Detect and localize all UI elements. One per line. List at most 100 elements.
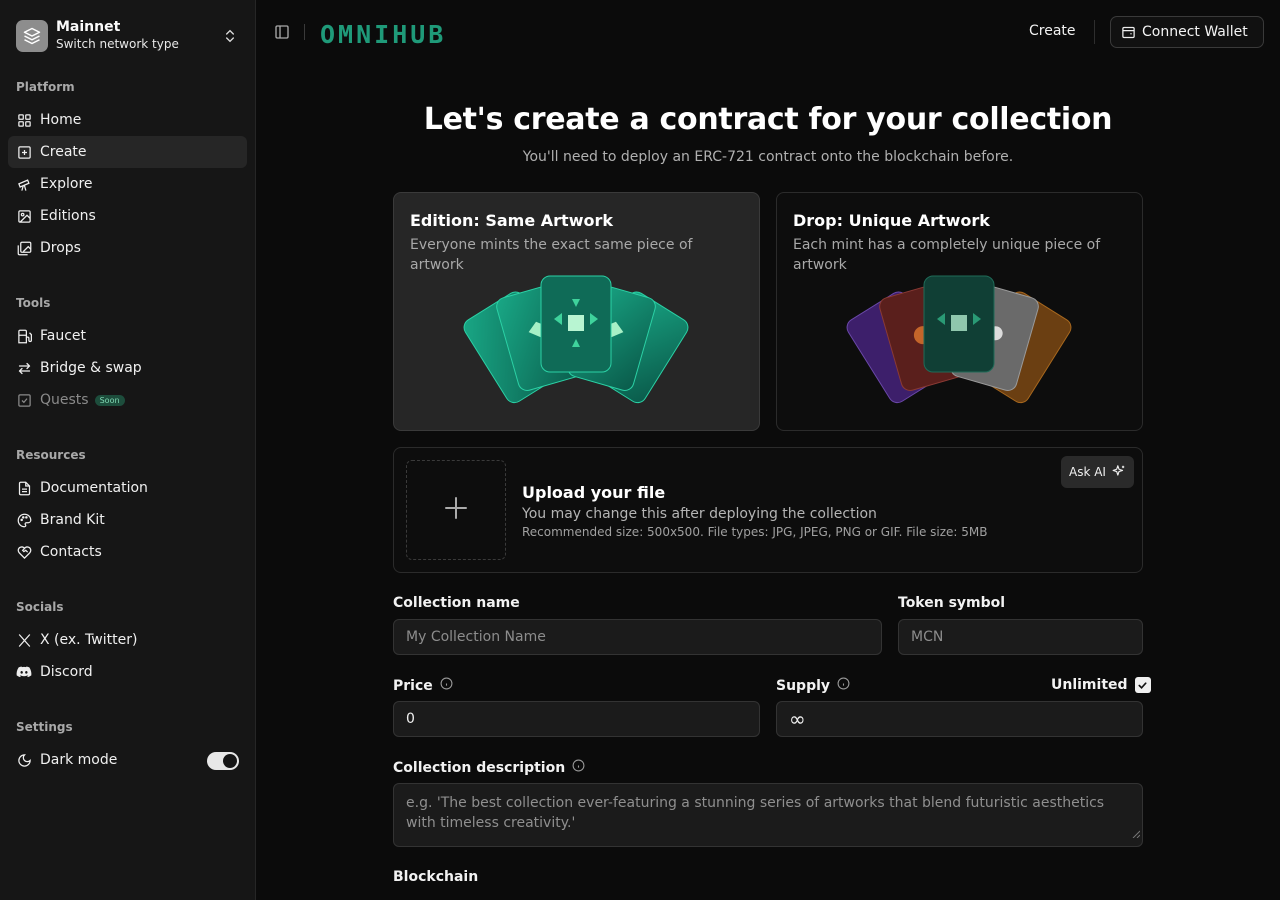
dark-mode-row: Dark mode <box>8 744 247 776</box>
image-icon <box>16 208 32 224</box>
sidebar-item-x-twitter[interactable]: X (ex. Twitter) <box>8 624 247 656</box>
sidebar-item-label: Explore <box>40 176 93 192</box>
sidebar-item-label: Drops <box>40 240 81 256</box>
collection-description-label: Collection description <box>393 759 585 776</box>
header-divider <box>304 24 305 40</box>
sidebar-item-label: Bridge & swap <box>40 360 142 376</box>
connect-wallet-label: Connect Wallet <box>1142 24 1248 40</box>
brand-logo[interactable]: OMNIHUB <box>320 20 446 49</box>
info-icon[interactable] <box>440 677 453 694</box>
drop-type-card[interactable]: Drop: Unique Artwork Each mint has a com… <box>776 192 1143 431</box>
page-subtitle: You'll need to deploy an ERC-721 contrac… <box>522 149 1014 165</box>
network-subtitle: Switch network type <box>56 37 179 51</box>
header-separator <box>1094 20 1095 44</box>
x-logo-icon <box>16 632 32 648</box>
group-label-tools: Tools <box>16 296 51 310</box>
sidebar-item-label: Brand Kit <box>40 512 105 528</box>
ask-ai-label: Ask AI <box>1069 465 1106 479</box>
plus-square-icon <box>16 144 32 160</box>
layers-icon <box>16 20 48 52</box>
sidebar-item-label: Faucet <box>40 328 87 344</box>
file-drop-zone[interactable] <box>406 460 506 560</box>
sidebar-item-faucet[interactable]: Faucet <box>8 320 247 352</box>
dark-mode-label: Dark mode <box>40 752 118 768</box>
sidebar-item-documentation[interactable]: Documentation <box>8 472 247 504</box>
network-title: Mainnet <box>56 19 121 35</box>
sidebar-item-explore[interactable]: Explore <box>8 168 247 200</box>
collection-name-input[interactable]: My Collection Name <box>393 619 882 655</box>
page-title: Let's create a contract for your collect… <box>423 102 1113 137</box>
resize-handle-icon[interactable] <box>1132 824 1141 844</box>
chevrons-up-down-icon <box>222 28 238 48</box>
sidebar-item-create[interactable]: Create <box>8 136 247 168</box>
card-description: Everyone mints the exact same piece of a… <box>410 237 693 273</box>
telescope-icon <box>16 176 32 192</box>
connect-wallet-button[interactable]: Connect Wallet <box>1110 16 1264 48</box>
sidebar-item-label: Quests <box>40 392 89 408</box>
sidebar-item-label: Home <box>40 112 82 128</box>
group-label-socials: Socials <box>16 600 64 614</box>
plus-icon <box>441 493 471 527</box>
file-icon <box>16 480 32 496</box>
sidebar-item-drops[interactable]: Drops <box>8 232 247 264</box>
moon-icon <box>16 752 32 768</box>
card-title: Drop: Unique Artwork <box>793 211 990 230</box>
sidebar-item-editions[interactable]: Editions <box>8 200 247 232</box>
sidebar-item-quests[interactable]: Quests Soon <box>8 384 247 416</box>
upload-subtitle: You may change this after deploying the … <box>522 506 877 522</box>
sidebar-item-label: Contacts <box>40 544 102 560</box>
token-symbol-input[interactable]: MCN <box>898 619 1143 655</box>
unlimited-toggle[interactable]: Unlimited <box>1051 677 1151 693</box>
collection-description-input[interactable]: e.g. 'The best collection ever-featuring… <box>393 783 1143 847</box>
wallet-icon <box>1121 25 1136 40</box>
edition-type-card[interactable]: Edition: Same Artwork Everyone mints the… <box>393 192 760 431</box>
sidebar-item-label: Create <box>40 144 87 160</box>
blockchain-label: Blockchain <box>393 869 479 885</box>
info-icon[interactable] <box>837 677 850 694</box>
images-icon <box>16 240 32 256</box>
fuel-icon <box>16 328 32 344</box>
upload-title: Upload your file <box>522 483 666 502</box>
supply-input[interactable]: ∞ <box>776 701 1143 737</box>
top-bar: OMNIHUB Create Connect Wallet <box>256 0 1280 64</box>
card-description: Each mint has a completely unique piece … <box>793 237 1101 273</box>
sidebar-toggle-icon[interactable] <box>274 24 290 44</box>
token-symbol-label: Token symbol <box>898 595 1006 611</box>
unlimited-checkbox[interactable] <box>1134 677 1151 693</box>
sparkles-icon <box>1112 464 1126 481</box>
network-switcher[interactable]: Mainnet Switch network type <box>16 19 240 52</box>
upload-panel: Upload your file You may change this aft… <box>393 447 1143 573</box>
dark-mode-toggle[interactable] <box>207 752 239 770</box>
sidebar-item-label: Documentation <box>40 480 148 496</box>
grid-icon <box>16 112 32 128</box>
ask-ai-button[interactable]: Ask AI <box>1061 456 1134 488</box>
sidebar-item-label: X (ex. Twitter) <box>40 632 138 648</box>
sidebar-item-home[interactable]: Home <box>8 104 247 136</box>
group-label-resources: Resources <box>16 448 86 462</box>
check-square-icon <box>16 392 32 408</box>
card-title: Edition: Same Artwork <box>410 211 613 230</box>
arrows-icon <box>16 360 32 376</box>
upload-recommendation: Recommended size: 500x500. File types: J… <box>522 525 988 539</box>
sidebar: Mainnet Switch network type Platform Hom… <box>0 0 256 900</box>
edition-cards-illustration <box>446 271 706 425</box>
sidebar-item-label: Discord <box>40 664 93 680</box>
description-placeholder: e.g. 'The best collection ever-featuring… <box>406 795 1105 831</box>
group-label-platform: Platform <box>16 80 75 94</box>
price-input[interactable]: 0 <box>393 701 760 737</box>
soon-badge: Soon <box>94 394 125 406</box>
sidebar-item-label: Editions <box>40 208 96 224</box>
drop-cards-illustration <box>829 271 1089 425</box>
discord-icon <box>16 664 32 680</box>
sidebar-item-bridge-swap[interactable]: Bridge & swap <box>8 352 247 384</box>
sidebar-item-brand-kit[interactable]: Brand Kit <box>8 504 247 536</box>
sidebar-item-contacts[interactable]: Contacts <box>8 536 247 568</box>
group-label-settings: Settings <box>16 720 73 734</box>
heart-handshake-icon <box>16 544 32 560</box>
sidebar-item-discord[interactable]: Discord <box>8 656 247 688</box>
price-label: Price <box>393 677 453 694</box>
collection-name-label: Collection name <box>393 595 520 611</box>
supply-label: Supply <box>776 677 850 694</box>
info-icon[interactable] <box>572 759 585 776</box>
header-create-link[interactable]: Create <box>1029 23 1076 39</box>
